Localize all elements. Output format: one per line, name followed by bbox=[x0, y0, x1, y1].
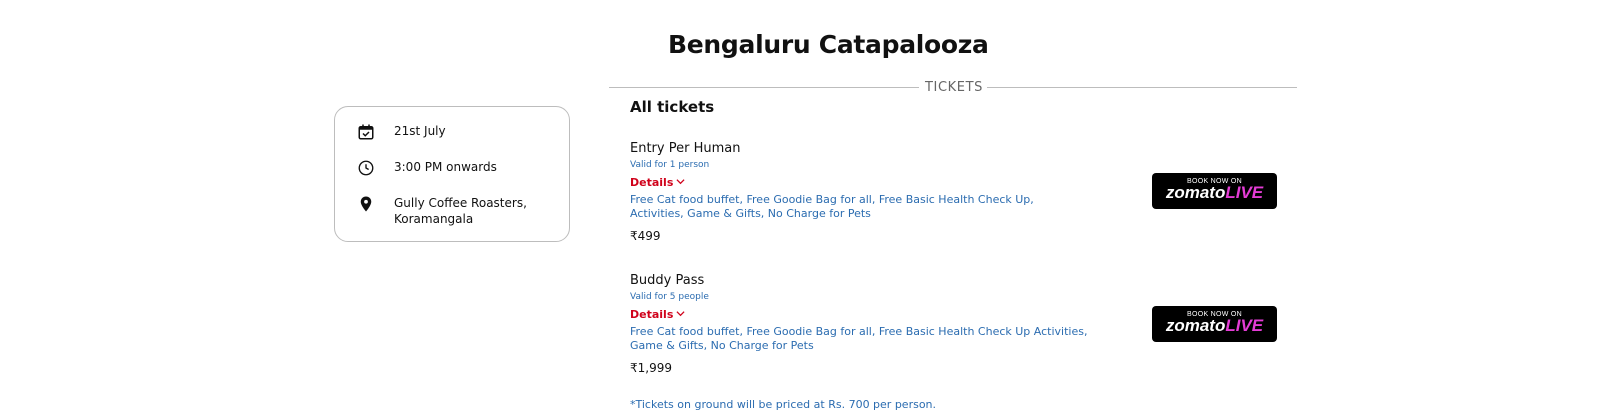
book-now-zomato-live-button[interactable]: BOOK NOW ON zomatoLIVE bbox=[1152, 173, 1277, 209]
ticket-description: Free Cat food buffet, Free Goodie Bag fo… bbox=[630, 325, 1088, 352]
event-venue: Gully Coffee Roasters, Koramangala bbox=[394, 196, 527, 226]
chevron-down-icon bbox=[676, 176, 685, 189]
date-row: 21st July bbox=[357, 123, 446, 141]
details-label: Details bbox=[630, 308, 674, 321]
ticket-buddy-pass: Buddy Pass Valid for 5 people Details Fr… bbox=[630, 273, 1100, 375]
time-row: 3:00 PM onwards bbox=[357, 159, 497, 177]
zomato-live-logo: zomatoLIVE bbox=[1165, 316, 1264, 335]
event-time: 3:00 PM onwards bbox=[394, 160, 497, 174]
tickets-section-label: TICKETS bbox=[925, 80, 983, 95]
ticket-validity: Valid for 5 people bbox=[630, 292, 709, 302]
book-now-zomato-live-button[interactable]: BOOK NOW ON zomatoLIVE bbox=[1152, 306, 1277, 342]
divider-line-right bbox=[987, 87, 1297, 88]
details-label: Details bbox=[630, 176, 674, 189]
ticket-entry-per-human: Entry Per Human Valid for 1 person Detai… bbox=[630, 141, 1100, 243]
event-date: 21st July bbox=[394, 124, 446, 138]
ticket-validity: Valid for 1 person bbox=[630, 160, 710, 170]
ticket-details-toggle[interactable]: Details bbox=[630, 308, 690, 321]
divider-line-left bbox=[609, 87, 919, 88]
ticket-price: ₹499 bbox=[630, 229, 661, 243]
event-title: Bengaluru Catapalooza bbox=[668, 30, 989, 59]
tickets-footnote: *Tickets on ground will be priced at Rs.… bbox=[630, 398, 937, 411]
event-info-card: 21st July 3:00 PM onwards Gully Coffee R… bbox=[334, 106, 570, 242]
ticket-description: Free Cat food buffet, Free Goodie Bag fo… bbox=[630, 193, 1034, 220]
zomato-live-logo: zomatoLIVE bbox=[1165, 183, 1264, 202]
ticket-details-toggle[interactable]: Details bbox=[630, 176, 690, 189]
ticket-price: ₹1,999 bbox=[630, 361, 672, 375]
all-tickets-heading: All tickets bbox=[630, 98, 715, 116]
ticket-name: Entry Per Human bbox=[630, 141, 741, 156]
tickets-section-divider: TICKETS bbox=[609, 80, 1297, 96]
calendar-check-icon bbox=[357, 123, 375, 141]
chevron-down-icon bbox=[676, 308, 685, 321]
ticket-name: Buddy Pass bbox=[630, 273, 705, 288]
venue-row: Gully Coffee Roasters, Koramangala bbox=[357, 195, 527, 226]
clock-icon bbox=[357, 159, 375, 177]
location-pin-icon bbox=[357, 195, 375, 213]
